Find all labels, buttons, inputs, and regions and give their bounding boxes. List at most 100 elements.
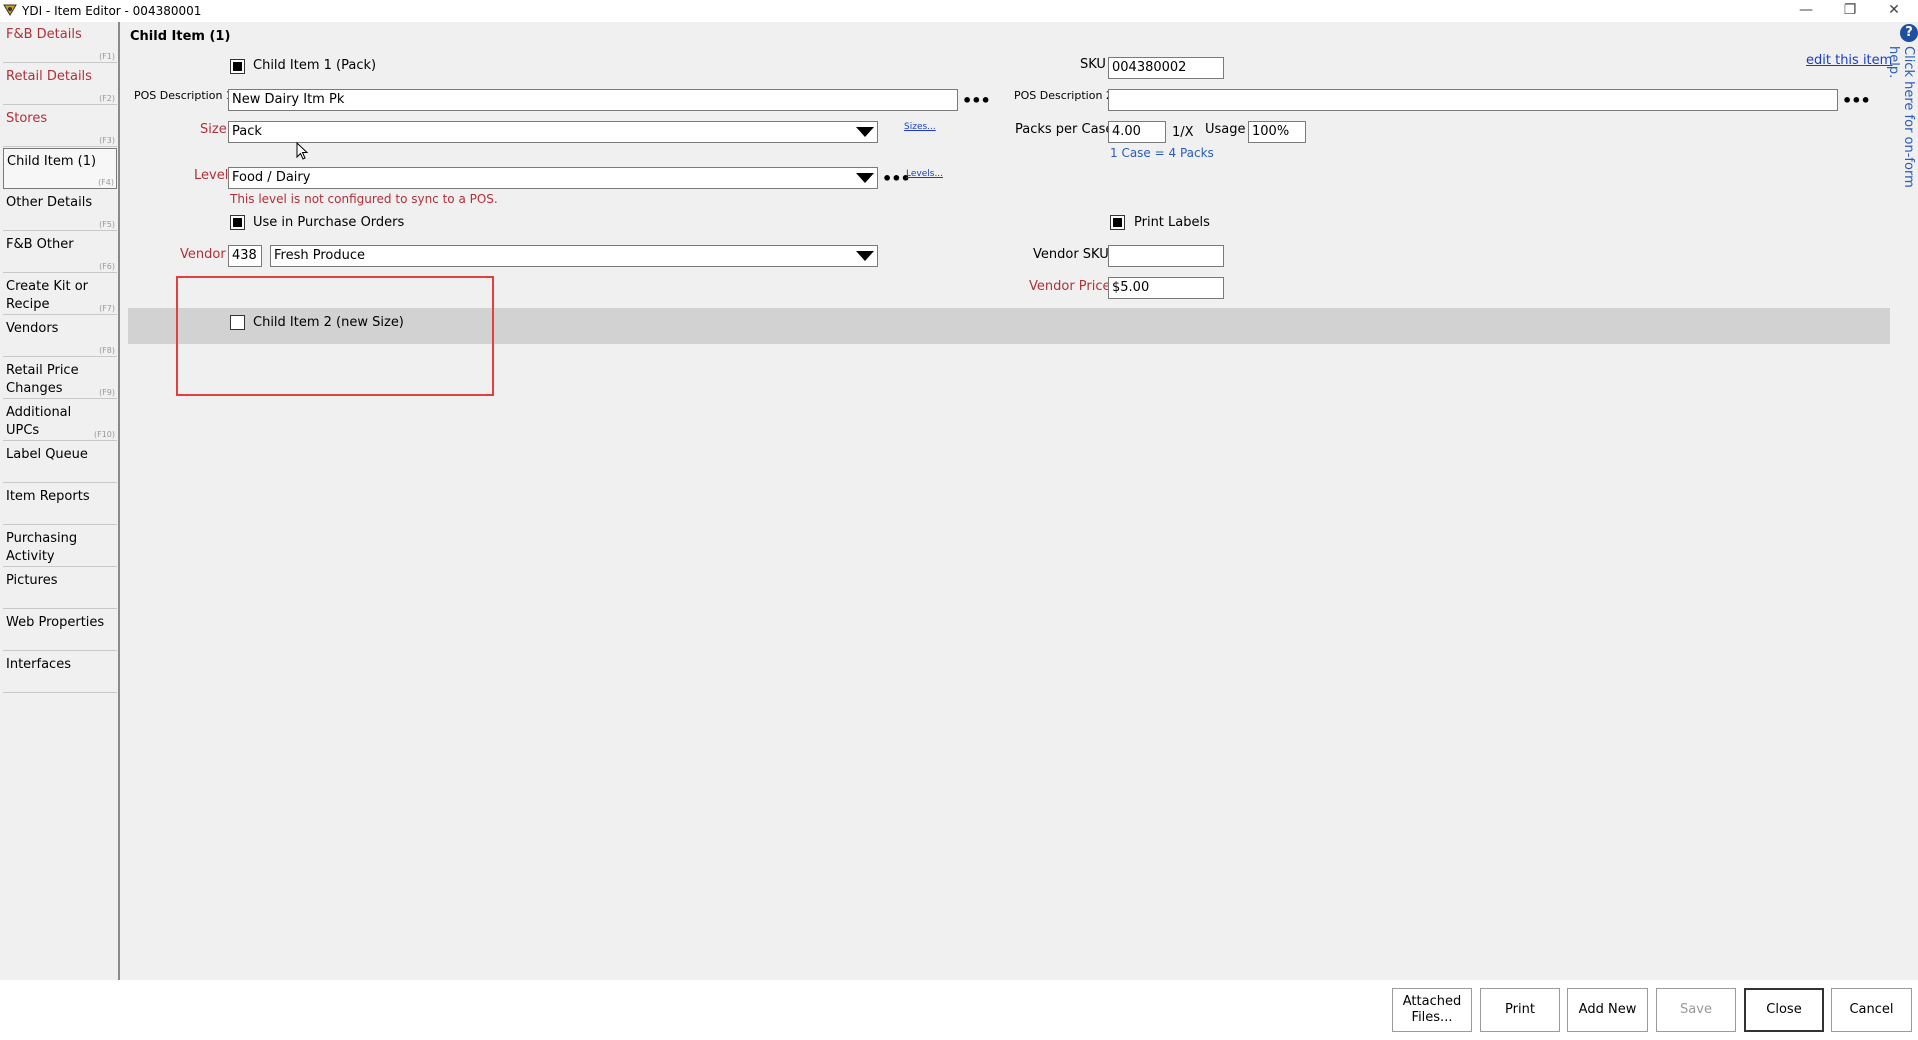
app-logo-icon bbox=[3, 4, 17, 16]
sidebar-item-fkey: (F4) bbox=[98, 178, 114, 187]
sidebar-item-web-properties[interactable]: Web Properties bbox=[3, 610, 117, 651]
sidebar-item-label: Interfaces bbox=[6, 657, 71, 672]
pos-description-2-field[interactable] bbox=[1108, 89, 1838, 111]
help-icon[interactable]: ? bbox=[1900, 24, 1918, 42]
size-chevron-down-icon bbox=[856, 127, 874, 137]
usage-label: Usage bbox=[1205, 122, 1246, 137]
sidebar-item-fkey: (F3) bbox=[99, 136, 115, 145]
sidebar-item-create-kit[interactable]: Create Kit or Recipe (F7) bbox=[3, 274, 117, 315]
sidebar-item-label: Label Queue bbox=[6, 447, 88, 462]
vendor-sku-label: Vendor SKU bbox=[1033, 247, 1109, 262]
sidebar-item-purchasing-activity[interactable]: Purchasing Activity bbox=[3, 526, 117, 567]
size-label: Size bbox=[200, 122, 227, 137]
window-title: YDI - Item Editor - 004380001 bbox=[22, 4, 202, 18]
close-window-button[interactable]: ✕ bbox=[1874, 0, 1914, 22]
sidebar-item-fkey: (F6) bbox=[99, 262, 115, 271]
level-select-value: Food / Dairy bbox=[232, 170, 311, 185]
sku-label: SKU bbox=[1080, 57, 1106, 72]
vendor-label: Vendor bbox=[180, 247, 226, 262]
sidebar-item-label: Additional UPCs bbox=[6, 405, 72, 438]
close-button[interactable]: Close bbox=[1744, 988, 1824, 1032]
size-select-value: Pack bbox=[232, 124, 262, 139]
vendor-chevron-down-icon bbox=[856, 251, 874, 261]
sidebar-item-fkey: (F5) bbox=[99, 220, 115, 229]
sidebar-item-label: Pictures bbox=[6, 573, 58, 588]
print-labels-checkbox[interactable] bbox=[1110, 215, 1125, 230]
vendor-select-value: Fresh Produce bbox=[274, 248, 365, 263]
vendor-code-field[interactable]: 438 bbox=[228, 245, 262, 267]
sidebar-item-fb-details[interactable]: F&B Details (F1) bbox=[3, 22, 117, 63]
sidebar-item-label: F&B Details bbox=[6, 27, 82, 42]
packs-per-case-field[interactable]: 4.00 bbox=[1108, 121, 1166, 143]
child-item-1-checkbox[interactable] bbox=[230, 59, 245, 74]
highlight-box bbox=[176, 276, 494, 396]
sidebar-item-label: Child Item (1) bbox=[7, 154, 97, 169]
sidebar-item-vendors[interactable]: Vendors (F8) bbox=[3, 316, 117, 357]
vendor-sku-field[interactable] bbox=[1108, 245, 1224, 267]
level-sync-warning: This level is not configured to sync to … bbox=[230, 192, 498, 206]
case-conversion-note: 1 Case = 4 Packs bbox=[1110, 146, 1214, 160]
print-labels-label: Print Labels bbox=[1134, 215, 1210, 230]
pos-description-1-label: POS Description 1 bbox=[134, 89, 233, 102]
sidebar-item-additional-upcs[interactable]: Additional UPCs (F10) bbox=[3, 400, 117, 441]
sidebar-item-fkey: (F7) bbox=[99, 304, 115, 313]
level-chevron-down-icon bbox=[856, 173, 874, 183]
mouse-cursor-icon bbox=[296, 142, 309, 160]
sidebar-item-fkey: (F9) bbox=[99, 388, 115, 397]
sidebar-item-label: Create Kit or Recipe bbox=[6, 279, 88, 312]
sidebar-item-other-details[interactable]: Other Details (F5) bbox=[3, 190, 117, 231]
pos-description-1-field[interactable]: New Dairy Itm Pk bbox=[228, 89, 958, 111]
usage-field[interactable]: 100% bbox=[1248, 121, 1306, 143]
sidebar-item-label: Purchasing Activity bbox=[6, 531, 78, 564]
levels-link[interactable]: Levels... bbox=[906, 169, 943, 179]
sidebar-item-label: Retail Details bbox=[6, 69, 92, 84]
sidebar-item-label: Item Reports bbox=[6, 489, 90, 504]
ratio-label: 1/X bbox=[1172, 125, 1194, 140]
sidebar-item-stores[interactable]: Stores (F3) bbox=[3, 106, 117, 147]
title-bar: YDI - Item Editor - 004380001 — ❐ ✕ bbox=[0, 0, 1918, 22]
sidebar-item-retail-price-changes[interactable]: Retail Price Changes (F9) bbox=[3, 358, 117, 399]
pos-description-1-more-button[interactable]: ••• bbox=[962, 93, 991, 109]
sidebar: F&B Details (F1) Retail Details (F2) Sto… bbox=[0, 22, 120, 980]
child-item-1-label: Child Item 1 (Pack) bbox=[253, 58, 377, 73]
sidebar-item-label: Web Properties bbox=[6, 615, 105, 630]
vendor-price-field[interactable]: $5.00 bbox=[1108, 277, 1224, 299]
vendor-select[interactable]: Fresh Produce bbox=[270, 245, 878, 267]
vendor-price-label: Vendor Price bbox=[1029, 279, 1111, 294]
sidebar-item-fkey: (F8) bbox=[99, 346, 115, 355]
cancel-button[interactable]: Cancel bbox=[1831, 988, 1912, 1032]
sidebar-item-retail-details[interactable]: Retail Details (F2) bbox=[3, 64, 117, 105]
sidebar-item-label-queue[interactable]: Label Queue bbox=[3, 442, 117, 483]
maximize-button[interactable]: ❐ bbox=[1830, 0, 1870, 22]
pos-description-2-label: POS Description 2 bbox=[1014, 89, 1113, 102]
use-in-purchase-orders-checkbox[interactable] bbox=[230, 215, 245, 230]
size-select[interactable]: Pack bbox=[228, 121, 878, 143]
edit-this-item-link[interactable]: edit this item bbox=[1806, 53, 1892, 68]
print-button[interactable]: Print bbox=[1480, 988, 1560, 1032]
attached-files-button[interactable]: Attached Files... bbox=[1392, 988, 1472, 1032]
use-in-purchase-orders-label: Use in Purchase Orders bbox=[253, 215, 405, 230]
level-select[interactable]: Food / Dairy bbox=[228, 167, 878, 189]
sidebar-item-child-item[interactable]: Child Item (1) (F4) bbox=[3, 148, 117, 189]
sidebar-item-label: Vendors bbox=[6, 321, 59, 336]
save-button[interactable]: Save bbox=[1656, 988, 1736, 1032]
sidebar-item-label: Other Details bbox=[6, 195, 93, 210]
sidebar-item-interfaces[interactable]: Interfaces bbox=[3, 652, 117, 693]
sidebar-item-label: Retail Price Changes bbox=[6, 363, 79, 396]
sidebar-item-item-reports[interactable]: Item Reports bbox=[3, 484, 117, 525]
sidebar-item-label: Stores bbox=[6, 111, 48, 126]
sizes-link[interactable]: Sizes... bbox=[904, 122, 936, 132]
sidebar-item-fkey: (F1) bbox=[99, 52, 115, 61]
on-form-help-link[interactable]: Click here for on-form help. bbox=[1886, 46, 1916, 216]
sidebar-item-label: F&B Other bbox=[6, 237, 74, 252]
minimize-button[interactable]: — bbox=[1786, 0, 1826, 22]
sidebar-item-pictures[interactable]: Pictures bbox=[3, 568, 117, 609]
sku-field[interactable]: 004380002 bbox=[1108, 57, 1224, 79]
sidebar-item-fkey: (F2) bbox=[99, 94, 115, 103]
sidebar-item-fb-other[interactable]: F&B Other (F6) bbox=[3, 232, 117, 273]
packs-per-case-label: Packs per Case bbox=[1015, 122, 1114, 137]
sidebar-item-fkey: (F10) bbox=[93, 430, 115, 439]
pos-description-2-more-button[interactable]: ••• bbox=[1842, 93, 1871, 109]
page-title: Child Item (1) bbox=[130, 29, 231, 44]
add-new-button[interactable]: Add New bbox=[1567, 988, 1648, 1032]
